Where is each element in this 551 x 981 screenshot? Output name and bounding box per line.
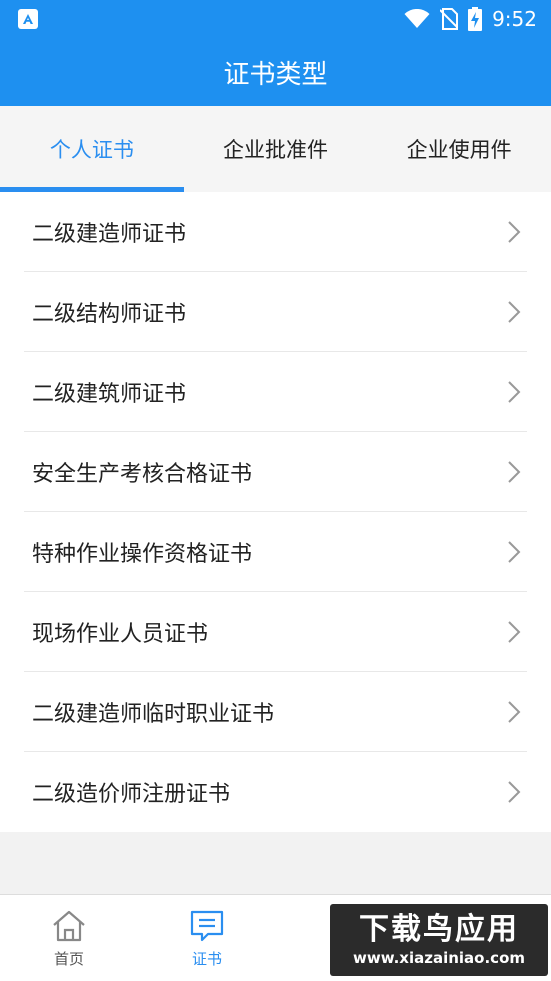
tab-label: 企业使用件 — [406, 138, 512, 162]
list-item-label: 现场作业人员证书 — [32, 621, 209, 647]
chevron-right-icon — [508, 700, 521, 723]
list-item-label: 特种作业操作资格证书 — [32, 541, 253, 567]
list-item[interactable]: 特种作业操作资格证书 — [24, 512, 527, 592]
nav-item-certificates[interactable]: 证书 — [138, 895, 276, 981]
chevron-right-icon — [508, 380, 521, 403]
chevron-right-icon — [508, 220, 521, 243]
nav-item-home[interactable]: 首页 — [0, 895, 138, 981]
list-item-label: 二级建造师临时职业证书 — [32, 701, 275, 727]
tab-label: 个人证书 — [49, 138, 134, 162]
list-item[interactable]: 二级建筑师证书 — [24, 352, 527, 432]
nav-item-label: 首页 — [53, 949, 84, 968]
list-item-label: 二级建筑师证书 — [32, 381, 187, 407]
page-title: 证书类型 — [223, 59, 328, 90]
wifi-icon — [404, 9, 430, 29]
nav-item-label: 证书 — [191, 949, 222, 968]
tab-enterprise-usage[interactable]: 企业使用件 — [367, 106, 551, 192]
app-badge-icon — [18, 9, 38, 29]
watermark-title: 下载鸟应用 — [359, 912, 519, 947]
list-item-label: 二级结构师证书 — [32, 301, 187, 327]
tab-bar: 个人证书 企业批准件 企业使用件 — [0, 106, 551, 192]
home-icon — [53, 910, 85, 941]
chevron-right-icon — [508, 620, 521, 643]
tab-personal-certificates[interactable]: 个人证书 — [0, 106, 184, 192]
list-item[interactable]: 二级结构师证书 — [24, 272, 527, 352]
clock-time: 9:52 — [492, 7, 537, 31]
status-bar: 9:52 — [0, 0, 551, 38]
chevron-right-icon — [508, 540, 521, 563]
chevron-right-icon — [508, 781, 521, 803]
certificate-list: 二级建造师证书 二级结构师证书 二级建筑师证书 安全生产考核合格证书 特种作业操… — [0, 192, 551, 832]
list-item[interactable]: 二级建造师证书 — [24, 192, 527, 272]
list-item-label: 二级造价师注册证书 — [32, 782, 231, 807]
list-item-label: 安全生产考核合格证书 — [32, 461, 253, 487]
watermark-url: www.xiazainiao.com — [352, 949, 526, 967]
list-item[interactable]: 安全生产考核合格证书 — [24, 432, 527, 512]
certificate-icon — [190, 910, 224, 941]
list-item-label: 二级建造师证书 — [32, 221, 187, 247]
tab-label: 企业批准件 — [223, 138, 328, 162]
list-item[interactable]: 二级建造师临时职业证书 — [24, 672, 527, 752]
list-item[interactable]: 二级造价师注册证书 — [24, 752, 527, 832]
chevron-right-icon — [508, 300, 521, 323]
watermark-badge: 下载鸟应用 www.xiazainiao.com — [330, 904, 548, 976]
chevron-right-icon — [508, 460, 521, 483]
title-bar: 证书类型 — [0, 38, 551, 106]
list-item[interactable]: 现场作业人员证书 — [24, 592, 527, 672]
no-sim-icon — [440, 8, 459, 30]
tab-enterprise-approvals[interactable]: 企业批准件 — [184, 106, 368, 192]
battery-charging-icon — [468, 7, 483, 31]
